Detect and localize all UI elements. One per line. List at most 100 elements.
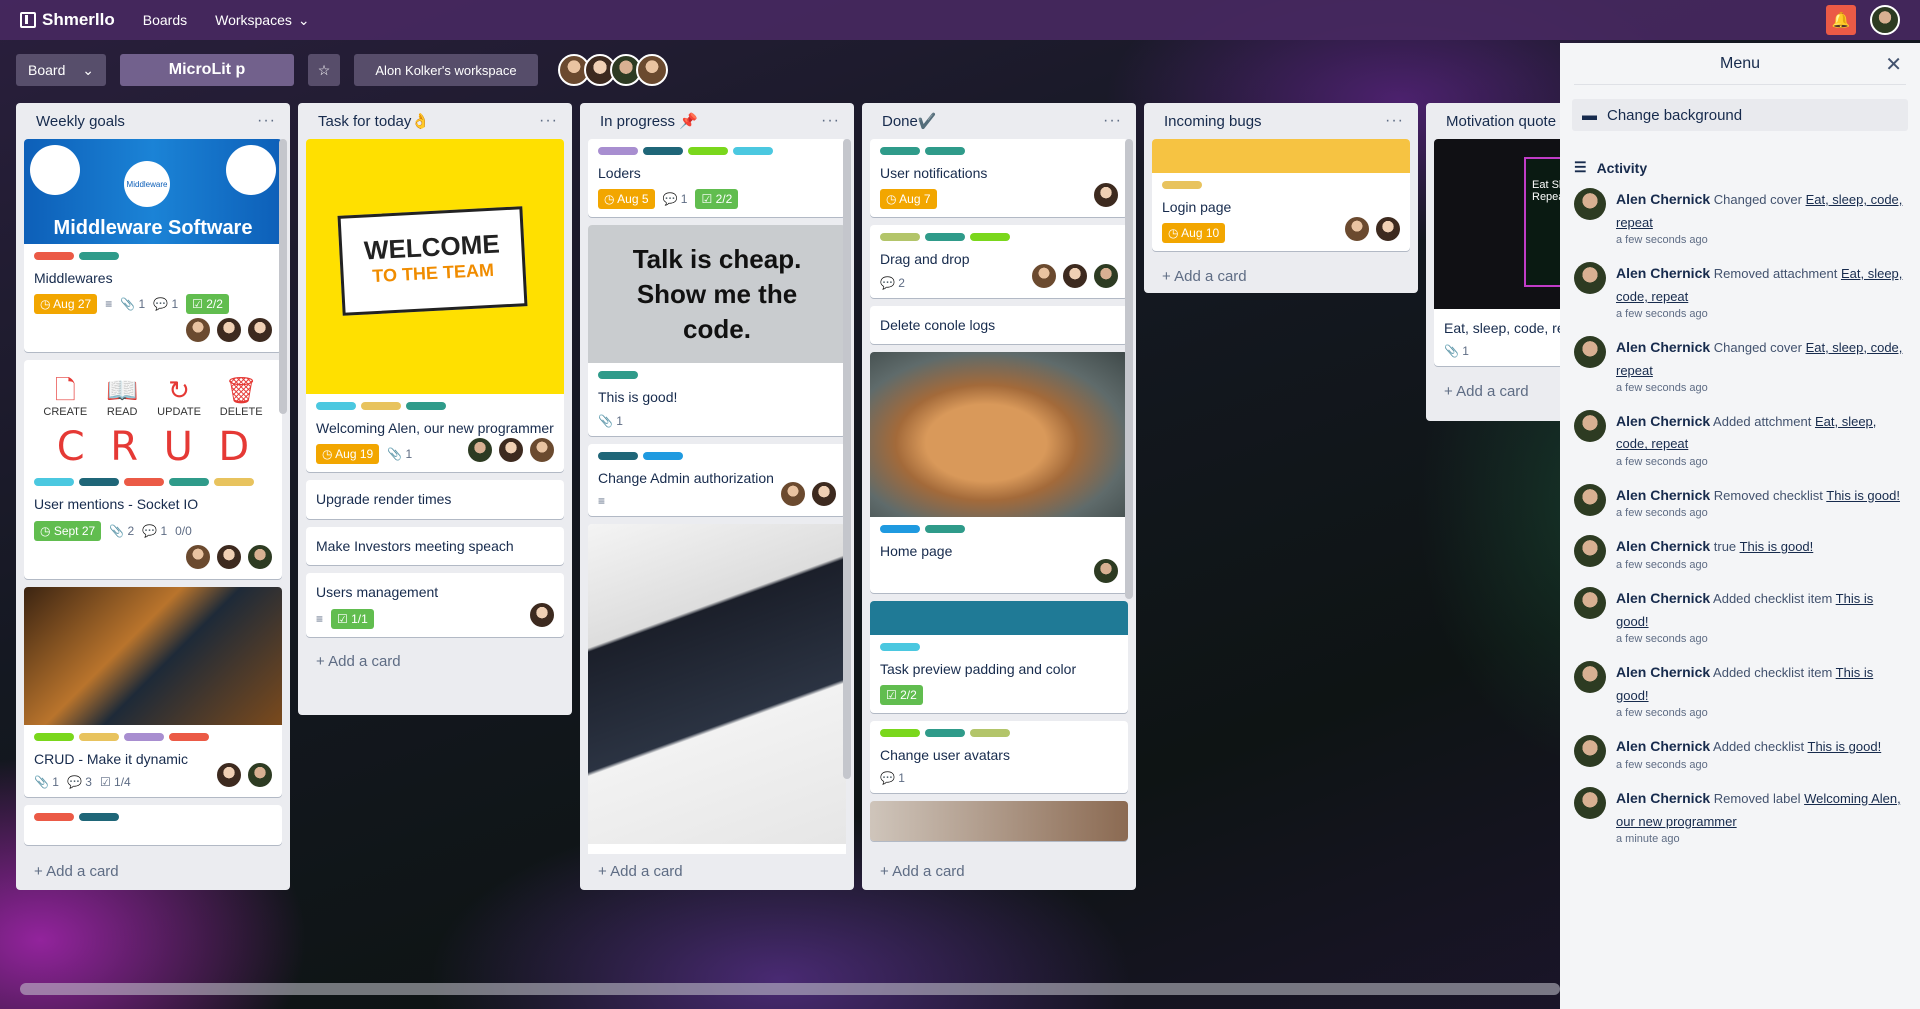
user-avatar[interactable] bbox=[1870, 5, 1900, 35]
checklist-count: 0/0 bbox=[175, 523, 192, 538]
activity-time: a few seconds ago bbox=[1616, 507, 1708, 520]
more-icon[interactable]: ··· bbox=[539, 112, 558, 130]
activity-target-link[interactable]: This is good! bbox=[1826, 488, 1900, 503]
card[interactable]: Change Admin authorization ≡ bbox=[588, 443, 846, 517]
list-title[interactable]: Weekly goals bbox=[36, 113, 125, 130]
card[interactable]: User notifications ◷ Aug 7 bbox=[870, 139, 1128, 218]
list-scrollbar[interactable] bbox=[279, 139, 287, 414]
server-icon bbox=[226, 145, 276, 195]
more-icon[interactable]: ··· bbox=[1385, 112, 1404, 130]
board-title[interactable]: MicroLit p bbox=[120, 54, 294, 86]
bell-icon[interactable]: 🔔 bbox=[1826, 5, 1856, 35]
label bbox=[361, 402, 401, 410]
card[interactable]: Upgrade render times bbox=[306, 480, 564, 519]
card[interactable] bbox=[24, 805, 282, 846]
card[interactable]: Talk is cheap. Show me the code. This is… bbox=[588, 225, 846, 436]
list-title[interactable]: Motivation quote bbox=[1446, 113, 1556, 130]
activity-item: Alen Chernick Added checklist item This … bbox=[1560, 661, 1920, 719]
member-avatar[interactable] bbox=[636, 54, 668, 86]
card-labels bbox=[34, 813, 272, 822]
list-title[interactable]: Incoming bugs bbox=[1164, 113, 1262, 130]
more-icon[interactable]: ··· bbox=[257, 112, 276, 130]
card[interactable]: CRUD - Make it dynamic 📎 1 💬 3 ☑ 1/4 bbox=[24, 586, 282, 798]
member-avatar bbox=[246, 761, 274, 790]
activity-time: a few seconds ago bbox=[1616, 233, 1708, 246]
workspace-button[interactable]: Alon Kolker's workspace bbox=[354, 54, 538, 86]
activity-item: Alen Chernick Added checklist item This … bbox=[1560, 587, 1920, 645]
activity-time: a minute ago bbox=[1616, 832, 1680, 845]
add-card-button[interactable]: + Add a card bbox=[1144, 259, 1418, 293]
label bbox=[79, 252, 119, 260]
activity-item: Alen Chernick Removed checklist This is … bbox=[1560, 483, 1920, 520]
description-icon: ≡ bbox=[598, 494, 606, 509]
add-card-button[interactable]: + Add a card bbox=[862, 854, 1136, 888]
activity-target-link[interactable]: This is good! bbox=[1808, 739, 1882, 754]
card[interactable]: Middleware Middleware Software Middlewar… bbox=[24, 139, 282, 353]
attachment-icon: 📎 1 bbox=[34, 775, 59, 790]
workspaces-menu[interactable]: Workspaces ⌄ bbox=[215, 12, 310, 29]
card-title: User mentions - Socket IO bbox=[34, 496, 199, 513]
list-title[interactable]: Done✔️ bbox=[882, 112, 937, 130]
card[interactable] bbox=[588, 524, 846, 854]
card[interactable]: Drag and drop 💬 2 bbox=[870, 225, 1128, 298]
change-background-button[interactable]: ▬ Change background bbox=[1572, 99, 1908, 131]
label bbox=[598, 451, 638, 460]
card[interactable] bbox=[870, 801, 1128, 842]
card[interactable]: Users management ≡ ☑ 1/1 bbox=[306, 573, 564, 637]
activity-avatar bbox=[1574, 483, 1606, 516]
top-navbar: Shmerllo Boards Workspaces ⌄ 🔔 bbox=[0, 0, 1920, 40]
list-title[interactable]: In progress 📌 bbox=[600, 112, 698, 130]
board-icon bbox=[20, 12, 36, 28]
card-labels bbox=[34, 732, 272, 741]
member-avatar bbox=[779, 480, 807, 509]
cover-title: Middleware Software bbox=[53, 217, 253, 239]
board-horizontal-scrollbar[interactable] bbox=[20, 983, 1560, 995]
boards-link[interactable]: Boards bbox=[143, 12, 187, 28]
activity-avatar bbox=[1574, 587, 1606, 620]
label bbox=[79, 478, 119, 487]
more-icon[interactable]: ··· bbox=[821, 112, 840, 130]
label bbox=[316, 402, 356, 410]
member-avatar bbox=[215, 761, 243, 790]
activity-avatar bbox=[1574, 188, 1606, 220]
card[interactable]: Home page bbox=[870, 352, 1128, 593]
member-avatar bbox=[1030, 261, 1058, 290]
add-card-button[interactable]: + Add a card bbox=[580, 854, 854, 888]
card[interactable]: Delete conole logs bbox=[870, 305, 1128, 345]
activity-user: Alen Chernick bbox=[1616, 486, 1711, 503]
list-scrollbar[interactable] bbox=[843, 139, 851, 779]
label bbox=[214, 478, 254, 487]
label bbox=[880, 233, 920, 242]
more-icon[interactable]: ··· bbox=[1103, 112, 1122, 130]
card[interactable]: Task preview padding and color ☑ 2/2 bbox=[870, 600, 1128, 713]
app-logo[interactable]: Shmerllo bbox=[20, 10, 115, 30]
card-members bbox=[1027, 261, 1120, 290]
add-card-button[interactable]: + Add a card bbox=[298, 645, 572, 679]
card[interactable]: Make Investors meeting speach bbox=[306, 526, 564, 566]
list-title[interactable]: Task for today👌 bbox=[318, 112, 430, 130]
activity-time: a few seconds ago bbox=[1616, 758, 1708, 771]
activity-avatar bbox=[1574, 409, 1606, 442]
label bbox=[124, 732, 164, 741]
add-card-button[interactable]: + Add a card bbox=[16, 854, 290, 888]
card[interactable]: WELCOME TO THE TEAM Welcoming Alen, our … bbox=[306, 139, 564, 473]
board-view-select[interactable]: Board ⌄ bbox=[16, 54, 106, 86]
label bbox=[79, 732, 119, 741]
label bbox=[925, 233, 965, 242]
close-icon[interactable]: ✕ bbox=[1885, 52, 1902, 77]
label bbox=[733, 147, 773, 155]
activity-avatar bbox=[1574, 261, 1606, 294]
book-icon: 📖 bbox=[106, 375, 139, 406]
side-menu: Menu ✕ ▬ Change background ☰ Activity Alen … bbox=[1560, 43, 1920, 1009]
activity-target-link[interactable]: This is good! bbox=[1740, 539, 1814, 554]
activity-avatar bbox=[1574, 734, 1606, 767]
card[interactable]: Change user avatars 💬 1 bbox=[870, 720, 1128, 794]
card[interactable]: 🗋 CREATE 📖 READ ↻ UPDATE 🗑 DELETE CRUD User … bbox=[24, 360, 282, 579]
star-icon[interactable]: ☆ bbox=[308, 54, 340, 86]
list-scrollbar[interactable] bbox=[1125, 139, 1133, 599]
card[interactable]: Login page ◷ Aug 10 bbox=[1152, 139, 1410, 252]
card[interactable]: Loders ◷ Aug 5 💬 1 ☑ 2/2 bbox=[588, 139, 846, 218]
card-labels bbox=[598, 147, 836, 155]
list-weekly-goals: Weekly goals ··· Middleware Middleware So… bbox=[16, 103, 290, 890]
card-labels bbox=[598, 371, 836, 380]
